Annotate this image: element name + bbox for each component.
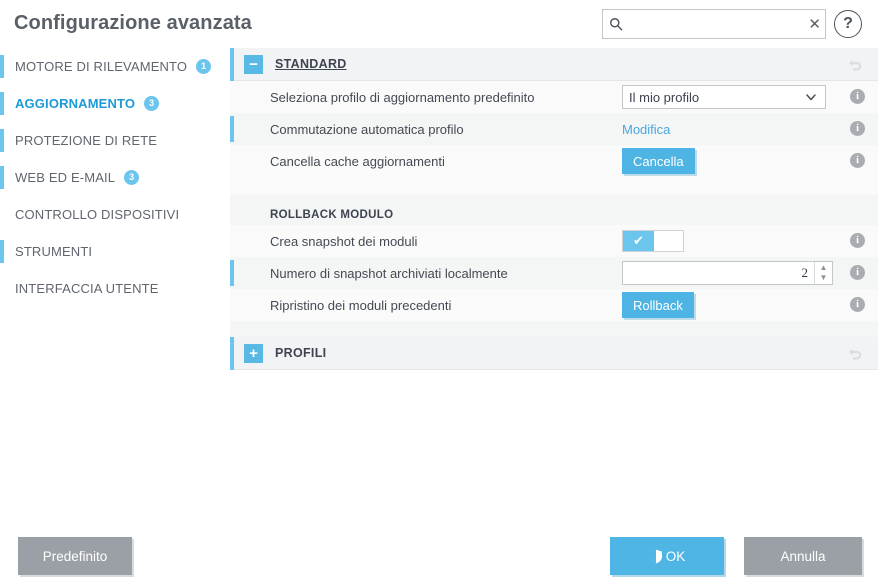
sidebar-item-interfaccia-utente[interactable]: INTERFACCIA UTENTE (0, 270, 230, 307)
section-header-profili[interactable]: + PROFILI (230, 337, 878, 370)
row-accent-bar (230, 116, 234, 142)
subsection-title: ROLLBACK MODULO (270, 209, 394, 221)
stepper-value: 2 (801, 265, 809, 280)
section-spacer (230, 321, 878, 337)
row-label: Crea snapshot dei moduli (270, 233, 418, 249)
row-control: Modifica (622, 113, 670, 145)
table-row: Ripristino dei moduli precedenti Rollbac… (230, 289, 878, 321)
row-control: Il mio profilo (622, 81, 826, 113)
window-footer: Predefinito OK Annulla (0, 528, 878, 585)
stepper-down-icon[interactable]: ▼ (820, 273, 828, 283)
sidebar-marker (0, 92, 4, 115)
section-title: PROFILI (275, 346, 327, 360)
sidebar-item-label: WEB ED E-MAIL (15, 170, 116, 185)
rollback-button[interactable]: Rollback (622, 292, 694, 318)
create-module-snapshots-toggle[interactable]: ✔ (622, 230, 684, 252)
row-label: Commutazione automatica profilo (270, 121, 464, 137)
sidebar-item-label: STRUMENTI (15, 244, 93, 259)
section-spacer (230, 177, 878, 195)
sidebar-item-label: AGGIORNAMENTO (15, 96, 136, 111)
ok-button[interactable]: OK (610, 537, 724, 575)
expand-icon[interactable]: + (244, 343, 263, 363)
stepper-buttons[interactable]: ▲ ▼ (814, 262, 832, 284)
revert-icon[interactable] (846, 56, 864, 73)
sidebar-badge: 1 (196, 59, 212, 74)
sidebar-item-strumenti[interactable]: STRUMENTI (0, 233, 230, 270)
row-label: Seleziona profilo di aggiornamento prede… (270, 89, 535, 105)
info-icon[interactable]: i (850, 265, 865, 280)
edit-profile-link[interactable]: Modifica (622, 122, 670, 137)
sidebar-badge: 3 (144, 96, 160, 111)
ok-button-label: OK (665, 548, 686, 564)
settings-content: − STANDARD Seleziona profilo di aggiorna… (230, 48, 878, 528)
subsection-header-rollback-modulo: ROLLBACK MODULO (230, 195, 878, 225)
revert-icon[interactable] (846, 345, 864, 362)
sidebar-item-label: INTERFACCIA UTENTE (15, 281, 159, 296)
sidebar-item-web-ed-e-mail[interactable]: WEB ED E-MAIL 3 (0, 159, 230, 196)
sidebar-marker (0, 166, 4, 189)
help-button[interactable]: ? (834, 10, 862, 38)
table-row: Seleziona profilo di aggiornamento prede… (230, 81, 878, 113)
section-header-standard[interactable]: − STANDARD (230, 48, 878, 81)
sidebar-item-protezione-di-rete[interactable]: PROTEZIONE DI RETE (0, 122, 230, 159)
table-row: Numero di snapshot archiviati localmente… (230, 257, 878, 289)
collapse-icon[interactable]: − (244, 54, 263, 74)
section-accent-bar (230, 337, 234, 370)
sidebar-item-label: CONTROLLO DISPOSITIVI (15, 207, 180, 222)
update-profile-select[interactable]: Il mio profilo (622, 85, 826, 109)
sidebar: MOTORE DI RILEVAMENTO 1 AGGIORNAMENTO 3 … (0, 48, 230, 528)
shield-icon (649, 549, 663, 564)
info-icon[interactable]: i (850, 153, 865, 168)
advanced-setup-window: Configurazione avanzata ✕ ? MOTORE DI RI… (0, 0, 878, 585)
row-label: Cancella cache aggiornamenti (270, 153, 445, 169)
stepper-up-icon[interactable]: ▲ (820, 263, 828, 273)
search-input[interactable] (624, 11, 805, 37)
row-control: Rollback (622, 289, 694, 321)
table-row: Commutazione automatica profilo Modifica… (230, 113, 878, 145)
clear-search-icon[interactable]: ✕ (804, 10, 825, 38)
row-label: Numero di snapshot archiviati localmente (270, 265, 508, 281)
row-accent-bar (230, 260, 234, 286)
info-icon[interactable]: i (850, 89, 865, 104)
sidebar-marker (0, 240, 4, 263)
toggle-track (654, 231, 683, 251)
info-icon[interactable]: i (850, 121, 865, 136)
sidebar-badge: 3 (124, 170, 140, 185)
toggle-check-icon: ✔ (623, 231, 654, 251)
page-title: Configurazione avanzata (14, 12, 252, 34)
clear-update-cache-button[interactable]: Cancella (622, 148, 695, 174)
info-icon[interactable]: i (850, 297, 865, 312)
row-label: Ripristino dei moduli precedenti (270, 297, 452, 313)
section-accent-bar (230, 48, 234, 81)
table-row: Cancella cache aggiornamenti Cancella i (230, 145, 878, 177)
row-control: Cancella (622, 145, 695, 177)
table-row: Crea snapshot dei moduli ✔ i (230, 225, 878, 257)
sidebar-item-label: PROTEZIONE DI RETE (15, 133, 158, 148)
sidebar-item-label: MOTORE DI RILEVAMENTO (15, 59, 188, 74)
sidebar-item-motore-di-rilevamento[interactable]: MOTORE DI RILEVAMENTO 1 (0, 48, 230, 85)
default-button[interactable]: Predefinito (18, 537, 132, 575)
info-icon[interactable]: i (850, 233, 865, 248)
snapshot-count-stepper[interactable]: 2 ▲ ▼ (622, 261, 833, 285)
section-title: STANDARD (275, 57, 347, 71)
sidebar-item-controllo-dispositivi[interactable]: CONTROLLO DISPOSITIVI (0, 196, 230, 233)
select-value: Il mio profilo (629, 89, 700, 105)
chevron-down-icon (804, 89, 818, 105)
cancel-button[interactable]: Annulla (744, 537, 862, 575)
row-control: ✔ (622, 225, 684, 257)
window-header: Configurazione avanzata ✕ ? (0, 0, 878, 48)
row-control: 2 ▲ ▼ (622, 257, 833, 289)
sidebar-item-aggiornamento[interactable]: AGGIORNAMENTO 3 (0, 85, 230, 122)
search-box[interactable]: ✕ (602, 9, 826, 39)
sidebar-marker (0, 129, 4, 152)
sidebar-marker (0, 55, 4, 78)
search-icon (607, 10, 624, 38)
